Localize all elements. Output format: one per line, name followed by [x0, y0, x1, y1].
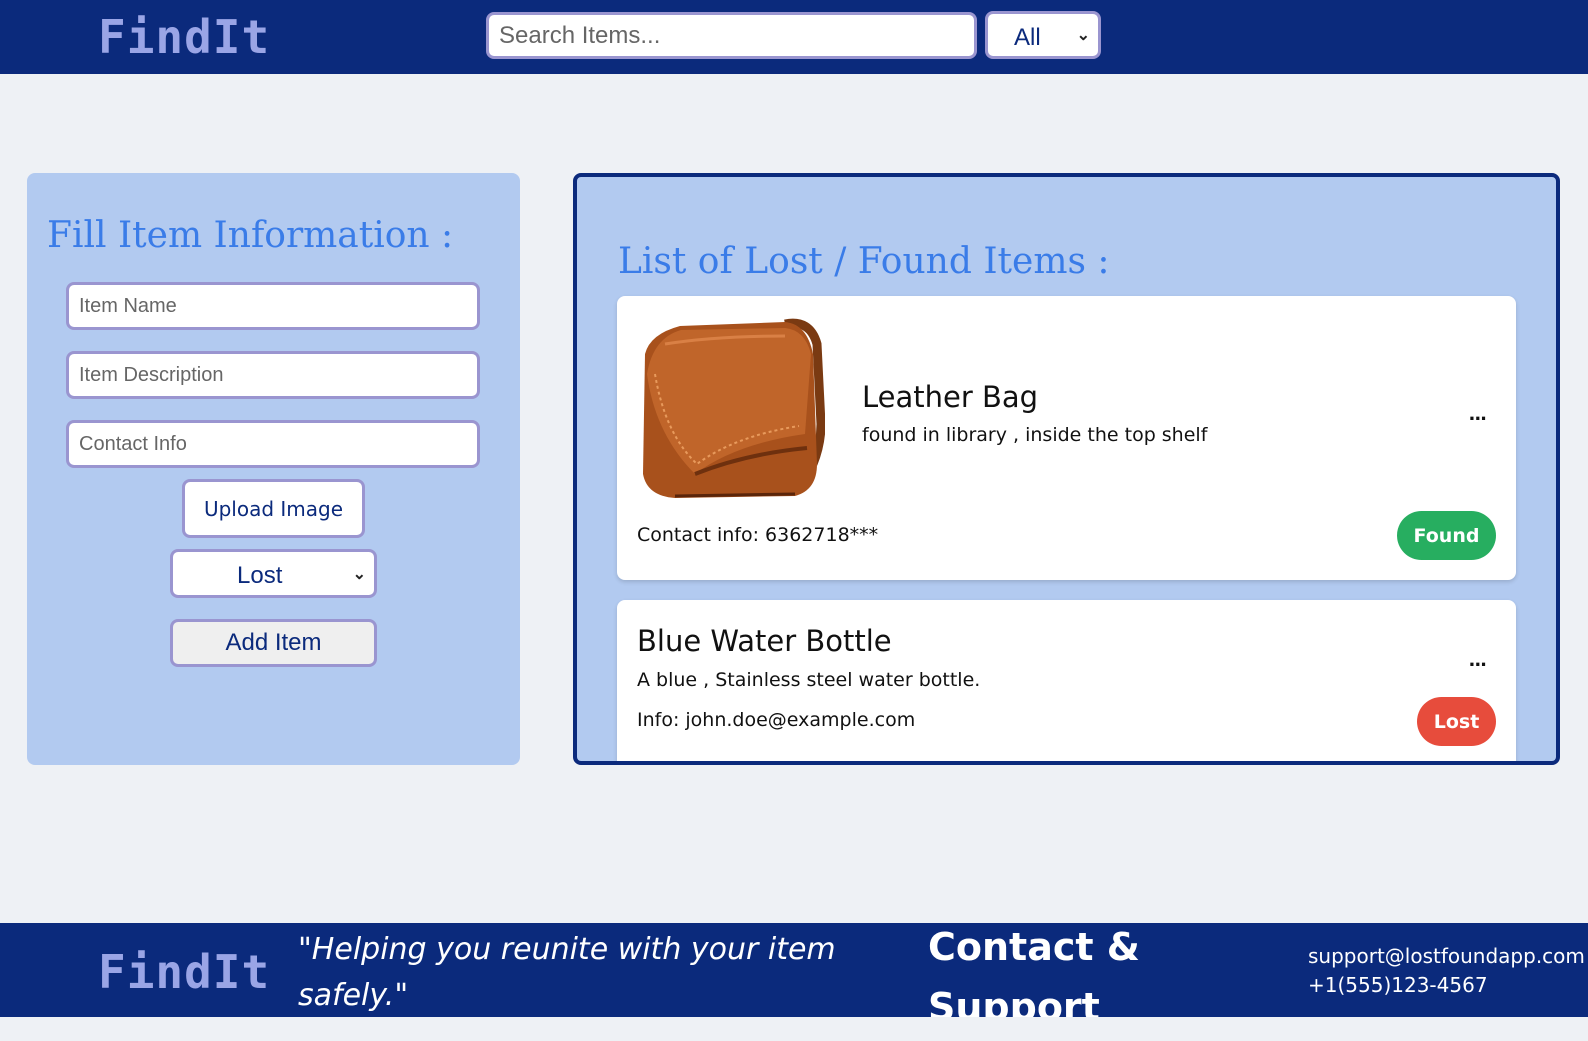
status-badge[interactable]: Found [1397, 511, 1496, 560]
footer-logo[interactable]: FindIt [98, 945, 270, 999]
filter-selected-value: All [1014, 24, 1041, 51]
item-card: Leather Bag found in library , inside th… [617, 296, 1516, 580]
item-description: found in library , inside the top shelf [862, 424, 1208, 446]
add-item-button[interactable]: Add Item [170, 619, 377, 667]
category-filter-select[interactable]: All ⌄ [985, 11, 1101, 59]
item-name-input[interactable] [66, 282, 480, 330]
item-form-panel: Fill Item Information : Upload Image Los… [27, 173, 520, 765]
upload-image-button[interactable]: Upload Image [182, 479, 365, 538]
chevron-down-icon: ⌄ [352, 565, 366, 583]
status-selected-value: Lost [237, 562, 283, 589]
list-title: List of Lost / Found Items : [618, 241, 1110, 282]
status-badge[interactable]: Lost [1417, 697, 1496, 746]
more-options-icon[interactable]: ... [1468, 404, 1486, 425]
search-input[interactable] [486, 12, 977, 59]
support-phone[interactable]: +1(555)123-4567 [1308, 973, 1488, 997]
footer-tagline: "Helping you reunite with your item safe… [298, 932, 836, 1013]
item-card: Blue Water Bottle A blue , Stainless ste… [617, 600, 1516, 761]
leather-bag-image [643, 318, 825, 498]
form-title: Fill Item Information : [47, 215, 454, 256]
item-name: Leather Bag [862, 380, 1039, 414]
contact-heading: Contact & Support [928, 925, 1140, 1017]
items-list-panel: List of Lost / Found Items : Leather Bag… [573, 173, 1560, 765]
item-description-input[interactable] [66, 351, 480, 399]
item-contact: Info: john.doe@example.com [637, 709, 916, 731]
top-navbar: FindIt All ⌄ [0, 0, 1588, 74]
chevron-down-icon: ⌄ [1076, 27, 1090, 44]
footer: FindIt "Helping you reunite with your it… [0, 923, 1588, 1017]
item-description: A blue , Stainless steel water bottle. [637, 669, 981, 691]
app-logo[interactable]: FindIt [98, 10, 270, 64]
contact-info-input[interactable] [66, 420, 480, 468]
item-contact: Contact info: 6362718*** [637, 524, 879, 546]
item-name: Blue Water Bottle [637, 624, 892, 658]
support-email[interactable]: support@lostfoundapp.com [1308, 944, 1585, 968]
more-options-icon[interactable]: ... [1468, 650, 1486, 671]
status-select[interactable]: Lost ⌄ [170, 549, 377, 598]
